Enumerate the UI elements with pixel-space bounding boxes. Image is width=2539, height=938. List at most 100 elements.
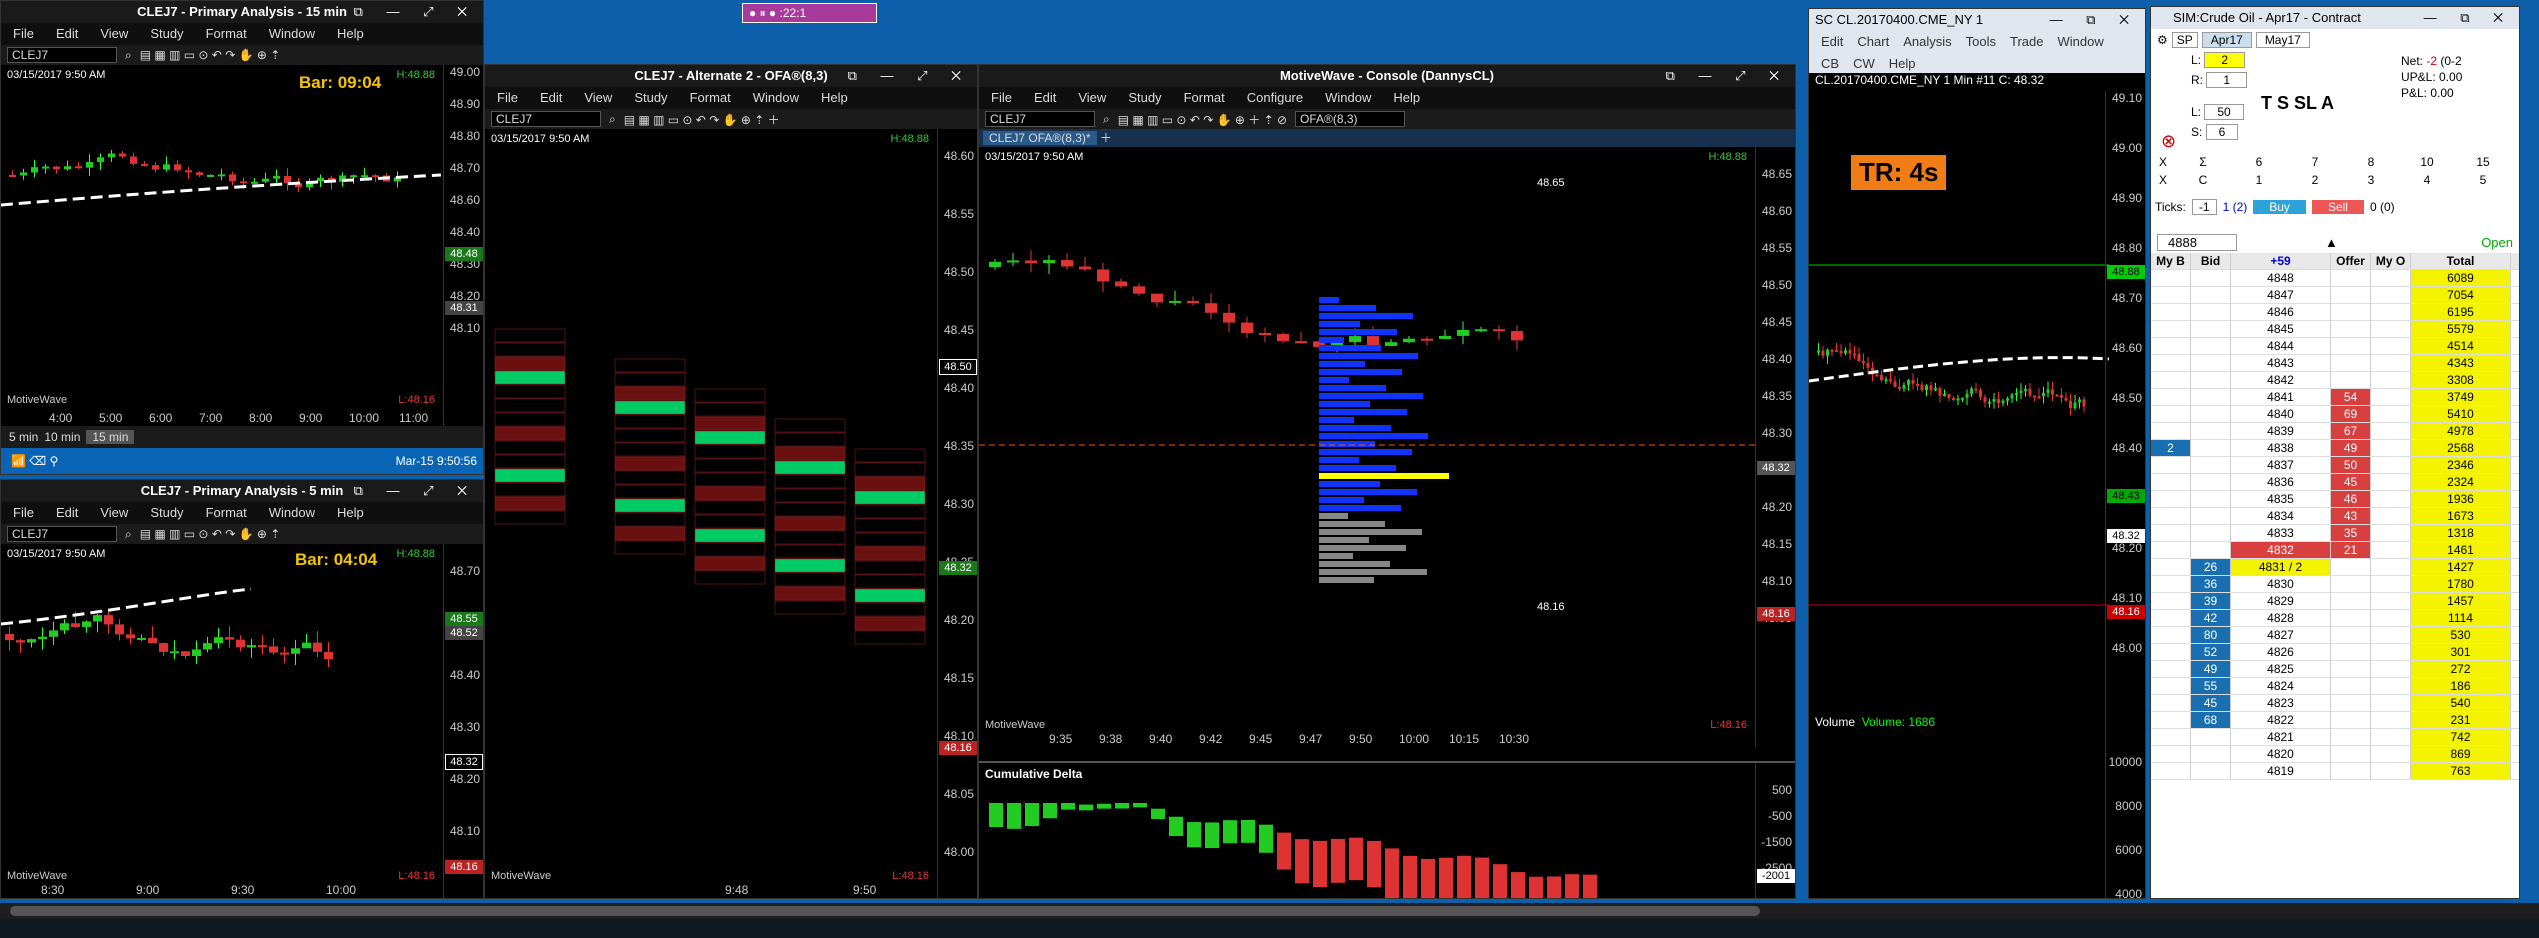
- dom-row[interactable]: 39 4829 1457: [2151, 593, 2519, 610]
- menu-cb[interactable]: CB: [1821, 53, 1839, 73]
- bid-cell[interactable]: [2191, 423, 2231, 439]
- total-cell[interactable]: 2346: [2411, 457, 2511, 473]
- offer-cell[interactable]: [2331, 304, 2371, 320]
- my-bid-cell[interactable]: [2151, 695, 2191, 711]
- my-bid-cell[interactable]: [2151, 712, 2191, 728]
- total-cell[interactable]: 1936: [2411, 491, 2511, 507]
- my-offer-cell[interactable]: [2371, 763, 2411, 779]
- menu-help[interactable]: Help: [337, 23, 364, 45]
- interval-10min[interactable]: 10 min: [44, 430, 80, 444]
- menu-analysis[interactable]: Analysis: [1903, 31, 1951, 53]
- total-cell[interactable]: 1457: [2411, 593, 2511, 609]
- window-alternate-ofa[interactable]: CLEJ7 - Alternate 2 - OFA®(8,3) ⧉ — ⤢ ✕ F…: [484, 64, 978, 899]
- menu-study[interactable]: Study: [1128, 87, 1161, 109]
- my-offer-cell[interactable]: [2371, 695, 2411, 711]
- bid-cell[interactable]: [2191, 474, 2231, 490]
- menu-study[interactable]: Study: [634, 87, 667, 109]
- order-type-buttons[interactable]: T S SL A: [2261, 93, 2334, 114]
- dom-row[interactable]: 4843 4343: [2151, 355, 2519, 372]
- r-qty[interactable]: 1: [2206, 72, 2248, 88]
- qty-grid[interactable]: XΣ 6 7 8 10 15: [2151, 155, 2519, 169]
- symbol-select[interactable]: CLEJ7: [985, 111, 1095, 127]
- dom-row[interactable]: 4845 5579: [2151, 321, 2519, 338]
- my-offer-cell[interactable]: [2371, 525, 2411, 541]
- dom-row[interactable]: 4847 7054: [2151, 287, 2519, 304]
- total-cell[interactable]: 5410: [2411, 406, 2511, 422]
- total-cell[interactable]: 7054: [2411, 287, 2511, 303]
- dom-ladder[interactable]: 4848 6089 4847 7054 4846 6195 4845 5579 4844 4514…: [2151, 270, 2519, 780]
- menu-format[interactable]: Format: [1184, 87, 1225, 109]
- dom-row[interactable]: 4819 763: [2151, 763, 2519, 780]
- bid-cell[interactable]: [2191, 457, 2231, 473]
- offer-cell[interactable]: 21: [2331, 542, 2371, 558]
- month-may17[interactable]: May17: [2255, 32, 2310, 48]
- dom-row[interactable]: 4842 3308: [2151, 372, 2519, 389]
- menu-help[interactable]: Help: [1393, 87, 1420, 109]
- menu-edit[interactable]: Edit: [56, 502, 78, 524]
- total-cell[interactable]: 4514: [2411, 338, 2511, 354]
- my-offer-cell[interactable]: [2371, 423, 2411, 439]
- menu-help[interactable]: Help: [1889, 53, 1916, 73]
- dom-row[interactable]: 68 4822 231: [2151, 712, 2519, 729]
- my-offer-cell[interactable]: [2371, 627, 2411, 643]
- my-bid-cell[interactable]: [2151, 491, 2191, 507]
- menu-format[interactable]: Format: [690, 87, 731, 109]
- title-bar[interactable]: CLEJ7 - Primary Analysis - 5 min ⧉ — ⤢ ✕: [1, 480, 483, 502]
- bid-cell[interactable]: [2191, 491, 2231, 507]
- dom-row[interactable]: 4835 46 1936: [2151, 491, 2519, 508]
- menu-view[interactable]: View: [584, 87, 612, 109]
- total-cell[interactable]: 4978: [2411, 423, 2511, 439]
- toolbar-icons[interactable]: ▤ ▦ ▥ ▭ ⊙ ↶ ↷ ✋ ⊕ ⇡: [140, 527, 281, 541]
- dom-row[interactable]: 36 4830 1780: [2151, 576, 2519, 593]
- bid-cell[interactable]: [2191, 372, 2231, 388]
- study-select[interactable]: OFA®(8,3): [1295, 111, 1406, 127]
- menu-view[interactable]: View: [1078, 87, 1106, 109]
- bid-cell[interactable]: [2191, 406, 2231, 422]
- window-controls[interactable]: ⧉ — ⤢ ✕: [354, 480, 477, 502]
- dom-row[interactable]: 42 4828 1114: [2151, 610, 2519, 627]
- offer-cell[interactable]: [2331, 627, 2371, 643]
- menu-trade[interactable]: Trade: [2010, 31, 2043, 53]
- offer-cell[interactable]: [2331, 372, 2371, 388]
- menu-file[interactable]: File: [497, 87, 518, 109]
- my-offer-cell[interactable]: [2371, 559, 2411, 575]
- chart-area[interactable]: TR: 4s 49.10 49.00 48.90 48.80 48.70 48.60 48.…: [1809, 91, 2145, 898]
- window-controls[interactable]: — ⧉ ✕: [2050, 9, 2139, 31]
- offer-cell[interactable]: [2331, 610, 2371, 626]
- buy-button[interactable]: Buy: [2253, 200, 2306, 214]
- my-offer-cell[interactable]: [2371, 355, 2411, 371]
- menu-window[interactable]: Window: [2057, 31, 2103, 53]
- menu-help[interactable]: Help: [337, 502, 364, 524]
- up-arrow-icon[interactable]: ▲: [2325, 235, 2338, 250]
- offer-cell[interactable]: 67: [2331, 423, 2371, 439]
- offer-cell[interactable]: [2331, 576, 2371, 592]
- toolbar-icons[interactable]: ▤ ▦ ▥ ▭ ⊙ ↶ ↷ ✋ ⊕ ＋ ⇡ ⊘: [1118, 111, 1287, 128]
- offer-cell[interactable]: [2331, 270, 2371, 286]
- chart-area[interactable]: 03/15/2017 9:50 AM H:48.88 48.60 48.55 48.…: [485, 129, 977, 898]
- bid-cell[interactable]: [2191, 321, 2231, 337]
- total-cell[interactable]: 3749: [2411, 389, 2511, 405]
- total-cell[interactable]: 869: [2411, 746, 2511, 762]
- menu-chart[interactable]: Chart: [1857, 31, 1889, 53]
- total-cell[interactable]: 1673: [2411, 508, 2511, 524]
- my-offer-cell[interactable]: [2371, 746, 2411, 762]
- scroll-thumb[interactable]: [10, 906, 1760, 916]
- dom-row[interactable]: 4840 69 5410: [2151, 406, 2519, 423]
- menu-cw[interactable]: CW: [1853, 53, 1875, 73]
- dom-row[interactable]: 49 4825 272: [2151, 661, 2519, 678]
- my-bid-cell[interactable]: [2151, 372, 2191, 388]
- offer-cell[interactable]: [2331, 593, 2371, 609]
- my-offer-cell[interactable]: [2371, 729, 2411, 745]
- toolbar-icons[interactable]: ▤ ▦ ▥ ▭ ⊙ ↶ ↷ ✋ ⊕ ⇡ ＋: [624, 111, 780, 128]
- my-offer-cell[interactable]: [2371, 491, 2411, 507]
- menu-study[interactable]: Study: [150, 23, 183, 45]
- my-bid-cell[interactable]: [2151, 593, 2191, 609]
- total-cell[interactable]: 1318: [2411, 525, 2511, 541]
- dom-row[interactable]: 4832 21 1461: [2151, 542, 2519, 559]
- title-bar[interactable]: CLEJ7 - Primary Analysis - 15 min ⧉ — ⤢ ✕: [1, 1, 483, 23]
- total-cell[interactable]: 742: [2411, 729, 2511, 745]
- s-offset[interactable]: 6: [2205, 124, 2239, 140]
- my-bid-cell[interactable]: [2151, 389, 2191, 405]
- my-bid-cell[interactable]: [2151, 678, 2191, 694]
- bid-cell[interactable]: 45: [2191, 695, 2231, 711]
